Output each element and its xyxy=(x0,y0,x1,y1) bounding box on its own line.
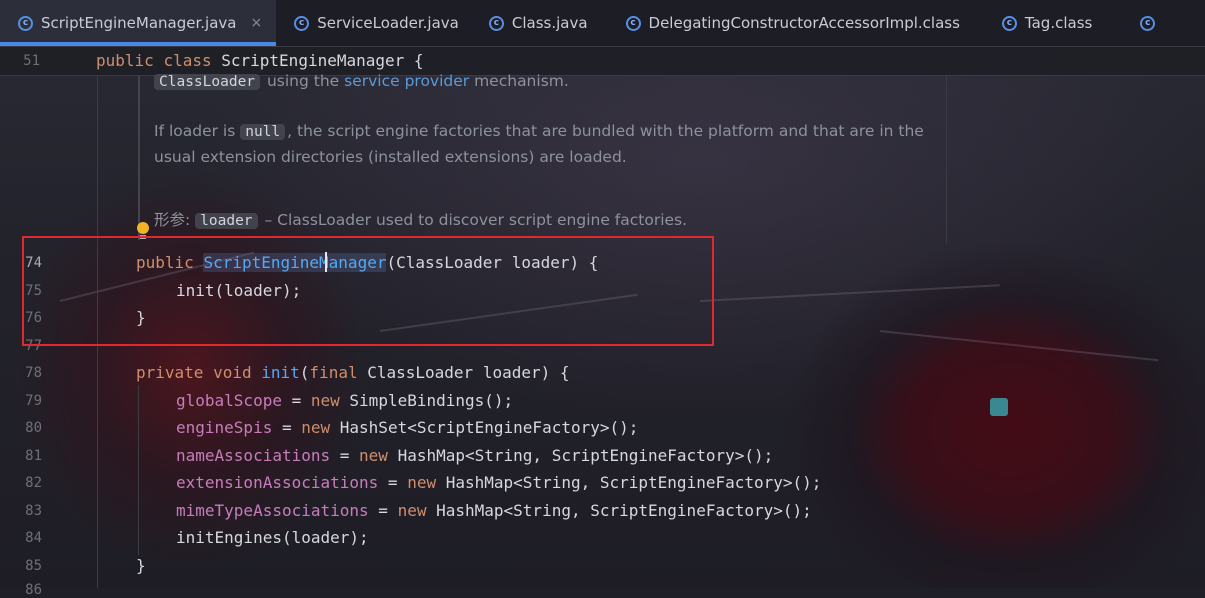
line-number: 81 xyxy=(25,448,42,464)
tab-tag[interactable]: c Tag.class xyxy=(974,0,1106,46)
code-line-83[interactable]: mimeTypeAssociations = new HashMap<Strin… xyxy=(176,501,812,520)
tab-serviceloader[interactable]: c ServiceLoader.java xyxy=(276,0,473,46)
line-number: 83 xyxy=(25,503,42,519)
code-chip: null xyxy=(240,124,286,140)
service-provider-link[interactable]: service provider xyxy=(344,72,469,90)
tab-label: ScriptEngineManager.java xyxy=(41,14,237,32)
code-line-84[interactable]: initEngines(loader); xyxy=(176,528,369,547)
tab-label: DelegatingConstructorAccessorImpl.class xyxy=(648,14,960,32)
class-icon: c xyxy=(18,15,33,31)
tab-label: ServiceLoader.java xyxy=(317,14,459,32)
code-chip: ClassLoader xyxy=(154,74,261,90)
doc-panel-border xyxy=(920,75,947,243)
indent-guide xyxy=(138,385,139,555)
class-icon: c xyxy=(488,15,504,31)
class-icon: c xyxy=(625,15,641,31)
doc-param-line: 形参: loader – ClassLoader used to discove… xyxy=(154,211,688,229)
line-number: 84 xyxy=(25,530,42,546)
tab-label: Class.java xyxy=(511,14,588,32)
tab-overflow[interactable]: c xyxy=(1106,0,1177,46)
line-number: 51 xyxy=(23,53,40,69)
class-icon: c xyxy=(1140,15,1156,31)
line-number: 79 xyxy=(25,393,42,409)
code-line-81[interactable]: nameAssociations = new HashMap<String, S… xyxy=(176,446,773,465)
line-number: 82 xyxy=(25,475,42,491)
doc-line: usual extension directories (installed e… xyxy=(154,148,627,166)
tab-label: Tag.class xyxy=(1024,14,1093,32)
line-number: 85 xyxy=(25,558,42,574)
rendered-javadoc: ClassLoader using the service provider m… xyxy=(138,72,940,240)
editor-tab-bar: c ScriptEngineManager.java × c ServiceLo… xyxy=(0,0,1205,47)
close-icon[interactable]: × xyxy=(250,15,262,31)
class-icon: c xyxy=(1001,15,1017,31)
code-chip: loader xyxy=(195,213,258,229)
tab-delegatingconstructoraccessorimpl[interactable]: c DelegatingConstructorAccessorImpl.clas… xyxy=(602,0,974,46)
code-line-78[interactable]: private void init(final ClassLoader load… xyxy=(136,363,570,382)
highlight-annotation-box xyxy=(22,236,714,346)
class-declaration: public class ScriptEngineManager { xyxy=(96,51,424,70)
code-line-80[interactable]: engineSpis = new HashSet<ScriptEngineFac… xyxy=(176,418,638,437)
line-number: 86 xyxy=(25,582,42,598)
line-number: 80 xyxy=(25,420,42,436)
doc-line: ClassLoader using the service provider m… xyxy=(154,72,569,90)
class-icon: c xyxy=(294,15,310,31)
tab-scriptenginemanager[interactable]: c ScriptEngineManager.java × xyxy=(0,0,277,46)
code-line-79[interactable]: globalScope = new SimpleBindings(); xyxy=(176,391,513,410)
line-number: 78 xyxy=(25,365,42,381)
tab-class[interactable]: c Class.java xyxy=(473,0,602,46)
code-line-85[interactable]: } xyxy=(136,556,146,575)
doc-line: If loader is null, the script engine fac… xyxy=(154,122,924,140)
code-line-82[interactable]: extensionAssociations = new HashMap<Stri… xyxy=(176,473,821,492)
